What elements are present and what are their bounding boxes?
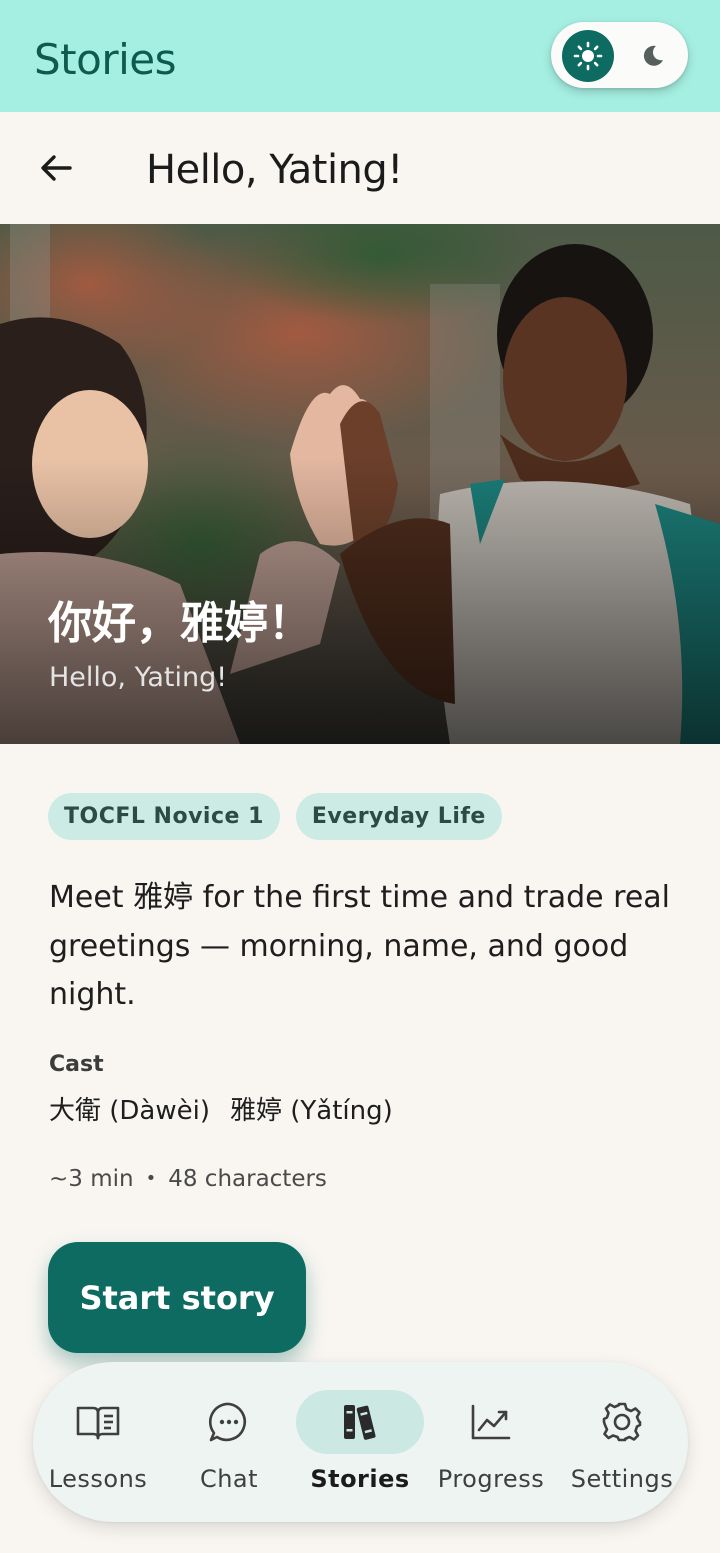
book-open-icon bbox=[76, 1406, 120, 1440]
cast-member: 大衛 (Dàwèi) bbox=[49, 1096, 210, 1126]
cast-label: Cast bbox=[49, 1052, 104, 1077]
meta-separator: • bbox=[145, 1168, 157, 1189]
arrow-left-icon bbox=[41, 155, 72, 181]
app-bar: Stories bbox=[0, 0, 720, 112]
bottom-nav: Lessons Chat Stories Progress Settings bbox=[33, 1362, 688, 1522]
story-meta: ~3 min • 48 characters bbox=[49, 1163, 327, 1195]
back-button[interactable] bbox=[26, 140, 86, 196]
gear-icon bbox=[602, 1402, 642, 1442]
theme-toggle[interactable] bbox=[551, 22, 688, 88]
nav-label: Settings bbox=[570, 1465, 674, 1493]
nav-item-settings[interactable]: Settings bbox=[557, 1384, 687, 1504]
trend-chart-icon bbox=[471, 1404, 511, 1440]
nav-item-lessons[interactable]: Lessons bbox=[33, 1384, 163, 1504]
books-icon bbox=[344, 1405, 376, 1440]
story-title-english: Hello, Yating! bbox=[49, 662, 228, 693]
story-duration: ~3 min bbox=[49, 1166, 134, 1192]
tag-topic: Everyday Life bbox=[295, 793, 502, 840]
start-story-button[interactable]: Start story bbox=[48, 1242, 306, 1353]
tag-level: TOCFL Novice 1 bbox=[48, 793, 280, 840]
story-header: Hello, Yating! bbox=[0, 112, 720, 224]
nav-label: Lessons bbox=[48, 1465, 148, 1493]
cast-member: 雅婷 (Yǎtíng) bbox=[230, 1096, 393, 1126]
nav-item-progress[interactable]: Progress bbox=[426, 1384, 556, 1504]
story-description: Meet 雅婷 for the first time and trade rea… bbox=[49, 880, 671, 1012]
nav-item-stories[interactable]: Stories bbox=[295, 1384, 425, 1504]
moon-icon bbox=[643, 45, 663, 66]
story-hero: 你好，雅婷！ Hello, Yating! bbox=[0, 224, 720, 744]
story-tags: TOCFL Novice 1 Everyday Life bbox=[48, 793, 502, 840]
light-mode-button[interactable] bbox=[562, 30, 614, 82]
dark-mode-button[interactable] bbox=[627, 30, 679, 82]
nav-label: Progress bbox=[437, 1465, 545, 1493]
cast-list: 大衛 (Dàwèi) 雅婷 (Yǎtíng) bbox=[49, 1092, 393, 1130]
nav-label: Chat bbox=[199, 1465, 259, 1493]
story-character-count: 48 characters bbox=[168, 1166, 327, 1192]
nav-item-chat[interactable]: Chat bbox=[164, 1384, 294, 1504]
sun-icon bbox=[573, 41, 603, 71]
story-title-chinese: 你好，雅婷！ bbox=[48, 598, 312, 649]
page-title: Hello, Yating! bbox=[146, 147, 403, 193]
app-title: Stories bbox=[34, 35, 176, 84]
chat-bubble-icon bbox=[209, 1402, 246, 1442]
nav-label: Stories bbox=[310, 1465, 410, 1493]
